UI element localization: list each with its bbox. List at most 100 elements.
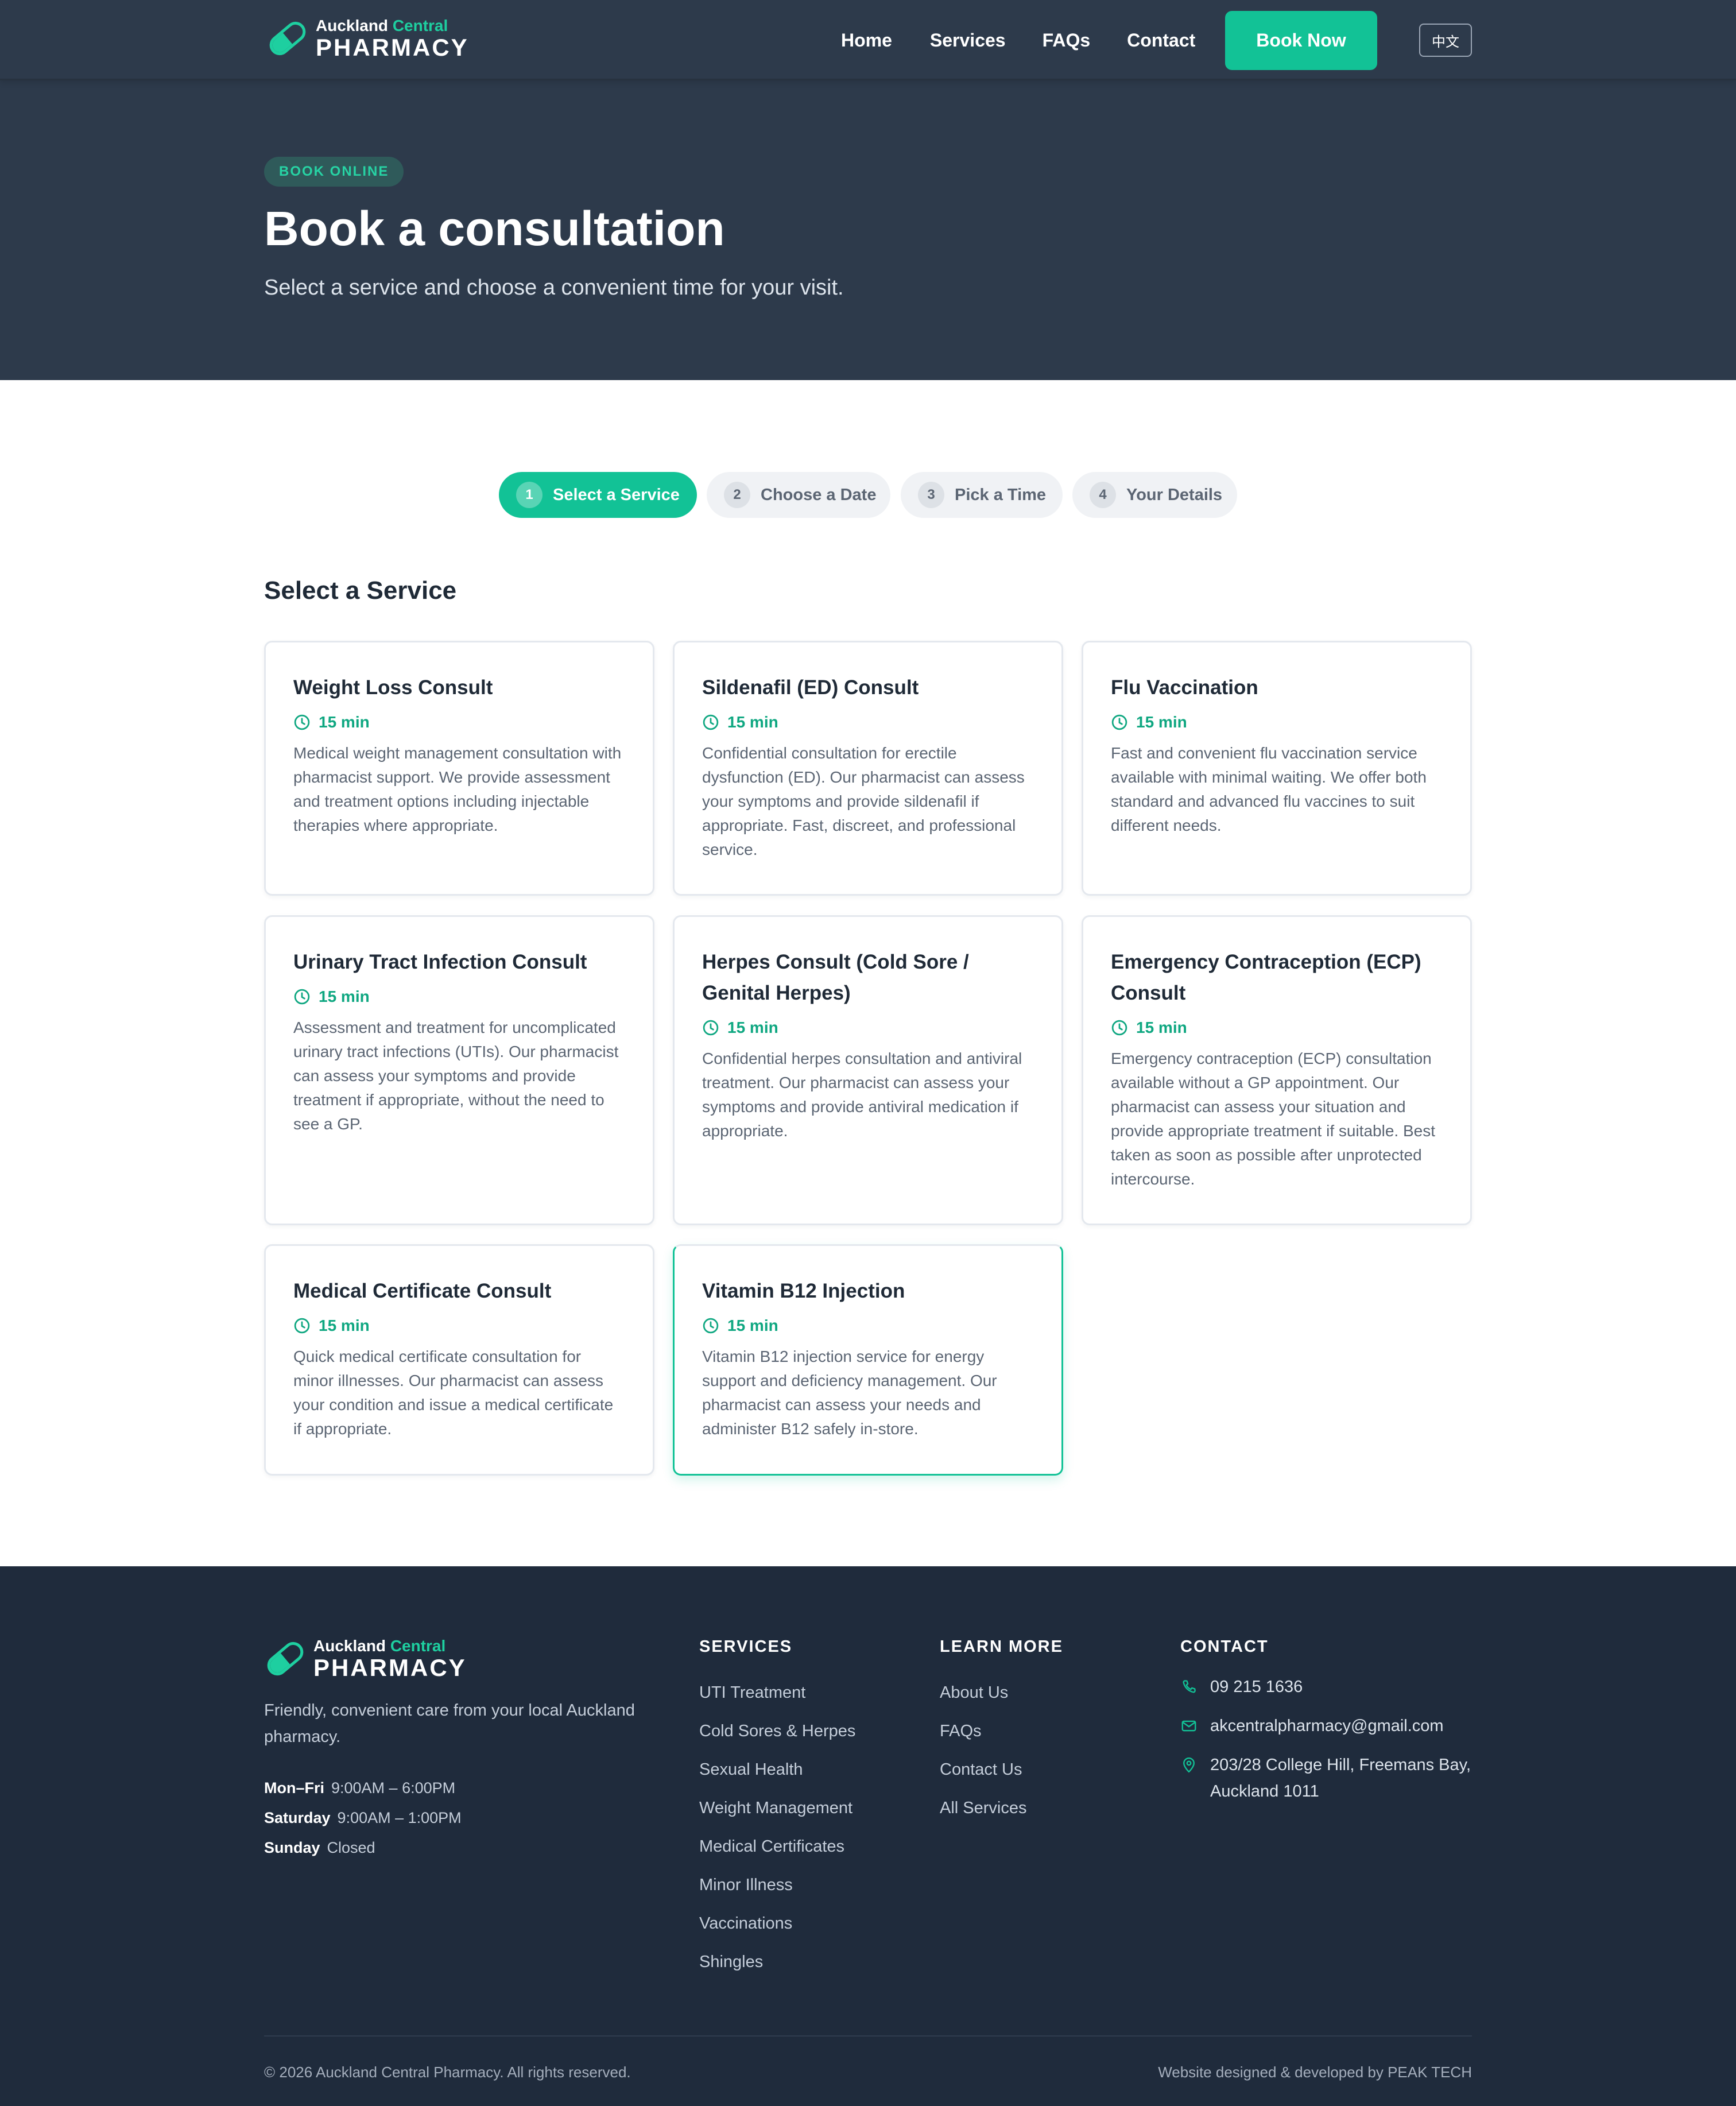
- footer-link-about-us[interactable]: About Us: [940, 1674, 1063, 1712]
- service-card-uti[interactable]: Urinary Tract Infection Consult 15 min A…: [264, 915, 654, 1225]
- hero-section: BOOK ONLINE Book a consultation Select a…: [0, 80, 1736, 380]
- service-card-medical-certificate[interactable]: Medical Certificate Consult 15 min Quick…: [264, 1244, 654, 1476]
- hours-time: Closed: [327, 1839, 375, 1856]
- clock-icon: [1111, 714, 1127, 730]
- footer-learn-title: LEARN MORE: [940, 1637, 1063, 1656]
- hours-row: Mon–Fri 9:00AM – 6:00PM: [264, 1773, 462, 1803]
- service-description: Emergency contraception (ECP) consultati…: [1111, 1050, 1435, 1188]
- service-title: Herpes Consult (Cold Sore / Genital Herp…: [702, 951, 969, 1004]
- brand-line1: Auckland: [316, 16, 389, 34]
- service-duration: 15 min: [293, 984, 625, 1010]
- nav-menu: Home Services FAQs Contact: [841, 0, 1195, 80]
- site-footer: Auckland Central PHARMACY Friendly, conv…: [0, 1566, 1736, 2106]
- service-description: Confidential herpes consultation and ant…: [702, 1050, 1022, 1140]
- step-select-service[interactable]: 1 Select a Service: [499, 472, 697, 518]
- footer-services-column: SERVICES UTI Treatment Cold Sores & Herp…: [699, 1637, 855, 1981]
- nav-link-contact[interactable]: Contact: [1127, 30, 1195, 51]
- language-toggle-button[interactable]: 中文: [1419, 24, 1472, 57]
- brand-logo[interactable]: Auckland Central PHARMACY: [266, 17, 469, 60]
- service-card-flu-vaccination[interactable]: Flu Vaccination 15 min Fast and convenie…: [1082, 641, 1472, 896]
- step-choose-date[interactable]: 2 Choose a Date: [707, 472, 890, 518]
- service-description: Fast and convenient flu vaccination serv…: [1111, 744, 1427, 834]
- service-duration: 15 min: [293, 1313, 625, 1339]
- service-title: Urinary Tract Infection Consult: [293, 951, 587, 973]
- phone-icon: [1183, 1680, 1196, 1693]
- clock-icon: [1111, 1020, 1127, 1036]
- service-description: Medical weight management consultation w…: [293, 744, 622, 834]
- step-label: Choose a Date: [761, 485, 877, 504]
- step-pick-time[interactable]: 3 Pick a Time: [901, 472, 1063, 518]
- duration-text: 15 min: [727, 1317, 778, 1334]
- footer-link-cold-sores-herpes[interactable]: Cold Sores & Herpes: [699, 1712, 855, 1751]
- service-duration: 15 min: [702, 709, 1034, 735]
- book-now-button[interactable]: Book Now: [1225, 11, 1377, 70]
- brand-line1-accent: Central: [390, 1636, 446, 1655]
- clock-icon: [294, 714, 310, 730]
- brand-line2: PHARMACY: [316, 33, 469, 61]
- duration-text: 15 min: [319, 1317, 370, 1334]
- service-card-weight-loss[interactable]: Weight Loss Consult 15 min Medical weigh…: [264, 641, 654, 896]
- step-number: 1: [516, 482, 542, 508]
- service-title: Vitamin B12 Injection: [702, 1280, 905, 1302]
- service-title: Weight Loss Consult: [293, 676, 493, 699]
- step-label: Pick a Time: [955, 485, 1047, 504]
- duration-text: 15 min: [1136, 713, 1187, 731]
- service-title: Sildenafil (ED) Consult: [702, 676, 919, 699]
- contact-phone[interactable]: 09 215 1636: [1180, 1674, 1472, 1700]
- brand-line2: PHARMACY: [313, 1654, 467, 1681]
- top-navbar: Auckland Central PHARMACY Home Services …: [0, 0, 1736, 80]
- contact-address[interactable]: 203/28 College Hill, Freemans Bay, Auckl…: [1180, 1752, 1472, 1805]
- hours-time: 9:00AM – 1:00PM: [337, 1809, 462, 1826]
- service-card-ecp[interactable]: Emergency Contraception (ECP) Consult 15…: [1082, 915, 1472, 1225]
- nav-link-services[interactable]: Services: [930, 30, 1006, 51]
- footer-link-vaccinations[interactable]: Vaccinations: [699, 1904, 855, 1943]
- footer-brand-logo[interactable]: Auckland Central PHARMACY: [264, 1637, 467, 1680]
- service-description: Confidential consultation for erectile d…: [702, 744, 1025, 858]
- footer-link-medical-certificates[interactable]: Medical Certificates: [699, 1828, 855, 1866]
- service-card-sildenafil[interactable]: Sildenafil (ED) Consult 15 min Confident…: [673, 641, 1063, 896]
- duration-text: 15 min: [727, 1019, 778, 1036]
- footer-contact-column: CONTACT 09 215 1636 akcentralpharmacy@gm…: [1180, 1637, 1472, 1817]
- service-card-vitamin-b12[interactable]: Vitamin B12 Injection 15 min Vitamin B12…: [673, 1244, 1063, 1476]
- brand-line1-accent: Central: [392, 16, 448, 34]
- clock-icon: [703, 1020, 719, 1036]
- footer-link-uti-treatment[interactable]: UTI Treatment: [699, 1674, 855, 1712]
- clock-icon: [294, 1318, 310, 1334]
- service-title: Medical Certificate Consult: [293, 1280, 552, 1302]
- duration-text: 15 min: [1136, 1019, 1187, 1036]
- opening-hours: Mon–Fri 9:00AM – 6:00PM Saturday 9:00AM – …: [264, 1773, 462, 1863]
- booking-stepper: 1 Select a Service 2 Choose a Date 3 Pic…: [0, 472, 1736, 518]
- footer-link-sexual-health[interactable]: Sexual Health: [699, 1751, 855, 1789]
- section-title: Select a Service: [264, 576, 457, 605]
- mail-icon: [1181, 1720, 1196, 1732]
- step-number: 3: [918, 482, 944, 508]
- contact-email[interactable]: akcentralpharmacy@gmail.com: [1180, 1713, 1472, 1739]
- footer-link-shingles[interactable]: Shingles: [699, 1943, 855, 1981]
- hours-row: Sunday Closed: [264, 1833, 462, 1863]
- service-duration: 15 min: [702, 1015, 1034, 1041]
- contact-email-text: akcentralpharmacy@gmail.com: [1210, 1717, 1444, 1735]
- footer-link-all-services[interactable]: All Services: [940, 1789, 1063, 1828]
- footer-link-faqs[interactable]: FAQs: [940, 1712, 1063, 1751]
- contact-phone-text: 09 215 1636: [1210, 1678, 1303, 1696]
- footer-tagline: Friendly, convenient care from your loca…: [264, 1701, 635, 1746]
- footer-link-minor-illness[interactable]: Minor Illness: [699, 1866, 855, 1904]
- footer-contact-title: CONTACT: [1180, 1637, 1269, 1656]
- hours-time: 9:00AM – 6:00PM: [331, 1779, 456, 1797]
- step-your-details[interactable]: 4 Your Details: [1072, 472, 1237, 518]
- duration-text: 15 min: [319, 988, 370, 1005]
- nav-link-home[interactable]: Home: [841, 30, 892, 51]
- footer-link-contact-us[interactable]: Contact Us: [940, 1751, 1063, 1789]
- footer-credit-link[interactable]: Website designed & developed by PEAK TEC…: [1158, 2064, 1472, 2081]
- step-number: 2: [724, 482, 750, 508]
- nav-link-faqs[interactable]: FAQs: [1043, 30, 1091, 51]
- step-label: Select a Service: [553, 485, 680, 504]
- map-pin-icon: [1183, 1757, 1195, 1773]
- pill-capsule-icon: [269, 21, 306, 56]
- duration-text: 15 min: [727, 713, 778, 731]
- book-online-badge: BOOK ONLINE: [264, 157, 404, 187]
- page-title: Book a consultation: [264, 202, 725, 255]
- service-card-herpes[interactable]: Herpes Consult (Cold Sore / Genital Herp…: [673, 915, 1063, 1225]
- duration-text: 15 min: [319, 713, 370, 731]
- footer-link-weight-management[interactable]: Weight Management: [699, 1789, 855, 1828]
